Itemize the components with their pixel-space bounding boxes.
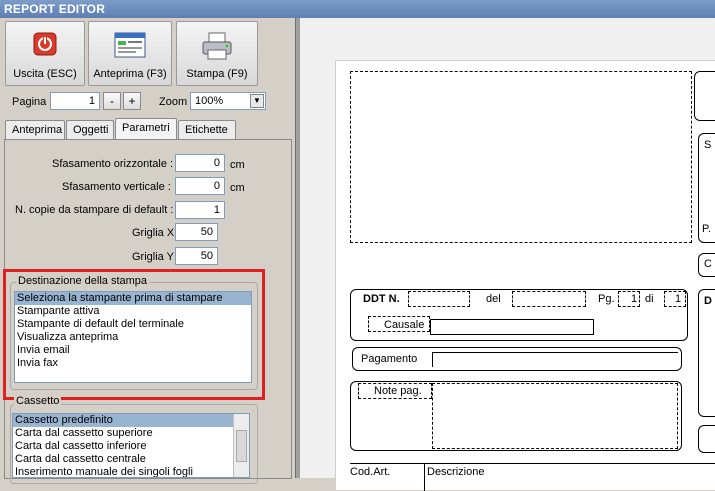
preview-window-icon xyxy=(114,32,146,61)
del-label: del xyxy=(486,293,501,305)
header-area[interactable] xyxy=(350,71,692,243)
copies-label: N. copie da stampare di default : xyxy=(15,204,174,216)
list-item[interactable]: Inserimento manuale dei singoli fogli xyxy=(13,466,249,477)
tab-etichette[interactable]: Etichette xyxy=(178,120,236,139)
tab-parametri[interactable]: Parametri xyxy=(115,118,177,140)
column-divider xyxy=(424,463,425,491)
report-canvas: DDT N. del Pg. 1 di 1 Causale Pagamento … xyxy=(299,18,715,491)
window-title: REPORT EDITOR xyxy=(0,0,715,18)
list-item[interactable]: Carta dal cassetto inferiore xyxy=(13,440,249,453)
offset-v-input[interactable]: 0 xyxy=(175,177,225,195)
offset-h-label: Sfasamento orizzontale : xyxy=(52,158,174,170)
preview-label: Anteprima (F3) xyxy=(93,68,167,80)
offset-v-unit: cm xyxy=(230,182,245,194)
ddt-number-field[interactable] xyxy=(408,291,470,307)
highlight-frame xyxy=(3,269,265,400)
causale-label: Causale xyxy=(384,319,425,331)
preview-button[interactable]: Anteprima (F3) xyxy=(88,21,172,86)
grid-x-input[interactable]: 50 xyxy=(175,223,218,241)
chevron-down-icon[interactable]: ▼ xyxy=(250,94,264,108)
zoom-select[interactable]: 100% ▼ xyxy=(190,92,266,110)
offset-v-label: Sfasamento verticale : xyxy=(62,181,171,193)
pg-label: Pg. xyxy=(598,293,615,305)
tray-title: Cassetto xyxy=(14,395,62,407)
di-label: di xyxy=(645,293,654,305)
page-label: Pagina xyxy=(12,96,47,108)
tray-scrollbar[interactable] xyxy=(233,414,249,477)
col-descrizione: Descrizione xyxy=(427,466,485,478)
report-page: DDT N. del Pg. 1 di 1 Causale Pagamento … xyxy=(335,60,715,491)
di-value: 1 xyxy=(675,293,682,305)
causale-field[interactable] xyxy=(430,319,594,335)
list-item[interactable]: Cassetto predefinito xyxy=(13,414,249,427)
power-icon xyxy=(33,32,57,59)
right-c-label: C xyxy=(704,258,712,270)
list-item[interactable]: Carta dal cassetto centrale xyxy=(13,453,249,466)
right-box-1[interactable] xyxy=(694,71,715,121)
right-box-5[interactable] xyxy=(698,425,715,453)
offset-h-input[interactable]: 0 xyxy=(175,154,225,172)
exit-label: Uscita (ESC) xyxy=(13,68,77,80)
list-item[interactable]: Carta dal cassetto superiore xyxy=(13,427,249,440)
tab-oggetti[interactable]: Oggetti xyxy=(66,120,114,139)
table-header-line xyxy=(350,463,715,464)
notes-field[interactable] xyxy=(432,383,678,449)
notes-label: Note pag. xyxy=(374,385,422,397)
right-d-label: D xyxy=(704,295,712,307)
payment-label: Pagamento xyxy=(361,353,418,365)
zoom-value: 100% xyxy=(195,95,224,107)
zoom-label: Zoom xyxy=(159,96,188,108)
tab-anteprima[interactable]: Anteprima xyxy=(5,120,65,139)
grid-x-label: Griglia X xyxy=(132,227,175,239)
right-p-label: P. xyxy=(702,223,711,235)
offset-h-unit: cm xyxy=(230,159,245,171)
grid-y-input[interactable]: 50 xyxy=(175,247,218,265)
page-next-button[interactable]: + xyxy=(123,92,141,110)
tray-list[interactable]: Cassetto predefinito Carta dal cassetto … xyxy=(12,413,250,478)
grid-y-label: Griglia Y xyxy=(132,251,174,263)
exit-button[interactable]: Uscita (ESC) xyxy=(5,21,85,86)
ddt-date-field[interactable] xyxy=(512,291,586,307)
page-input[interactable]: 1 xyxy=(50,92,100,110)
print-label: Stampa (F9) xyxy=(186,68,248,80)
left-panel: Uscita (ESC) Anteprima (F3) Stampa (F9) xyxy=(0,18,295,484)
col-cod-art: Cod.Art. xyxy=(350,466,391,478)
print-button[interactable]: Stampa (F9) xyxy=(176,21,258,86)
pg-value: 1 xyxy=(631,293,638,305)
ddt-label: DDT N. xyxy=(363,293,400,305)
page-prev-button[interactable]: - xyxy=(103,92,121,110)
payment-field[interactable] xyxy=(432,352,678,367)
right-box-4[interactable] xyxy=(698,289,715,417)
copies-input[interactable]: 1 xyxy=(175,201,225,219)
right-s-label: S xyxy=(704,139,712,151)
printer-icon xyxy=(201,32,233,63)
scroll-thumb[interactable] xyxy=(236,430,247,462)
